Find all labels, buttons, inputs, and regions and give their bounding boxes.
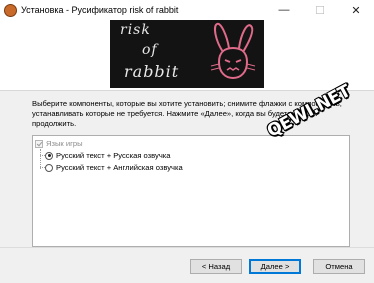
banner-text-of: of xyxy=(142,42,158,58)
next-button[interactable]: Далее > xyxy=(249,259,301,274)
app-icon xyxy=(4,3,17,17)
component-option-label: Русский текст + Русская озвучка xyxy=(56,151,171,160)
window-title: Установка - Русификатор risk of rabbit xyxy=(21,5,179,15)
component-group-language[interactable]: Язык игры xyxy=(35,139,83,148)
close-button[interactable]: ✕ xyxy=(338,0,374,20)
component-option-russian-voice[interactable]: Русский текст + Русская озвучка xyxy=(45,151,171,160)
minimize-button[interactable]: — xyxy=(266,0,302,20)
wizard-footer: < Назад Далее > Отмена xyxy=(0,247,374,283)
back-button[interactable]: < Назад xyxy=(190,259,242,274)
bunny-icon xyxy=(210,22,256,80)
game-banner: risk of rabbit xyxy=(110,20,264,88)
component-option-english-voice[interactable]: Русский текст + Английская озвучка xyxy=(45,163,183,172)
maximize-button[interactable]: ☐ xyxy=(302,0,338,20)
radio-icon[interactable] xyxy=(45,151,53,160)
components-list[interactable]: Язык игры Русский текст + Русская озвучк… xyxy=(32,135,350,247)
cancel-button[interactable]: Отмена xyxy=(313,259,365,274)
banner-text-risk: risk xyxy=(120,22,151,38)
tree-connector xyxy=(40,149,41,169)
checkbox-icon[interactable] xyxy=(35,139,43,148)
banner-text-rabbit: rabbit xyxy=(124,62,180,81)
wizard-header: risk of rabbit xyxy=(0,20,374,91)
title-bar: Установка - Русификатор risk of rabbit —… xyxy=(0,0,374,20)
component-option-label: Русский текст + Английская озвучка xyxy=(56,163,183,172)
component-group-label: Язык игры xyxy=(46,139,83,148)
radio-icon[interactable] xyxy=(45,163,53,172)
